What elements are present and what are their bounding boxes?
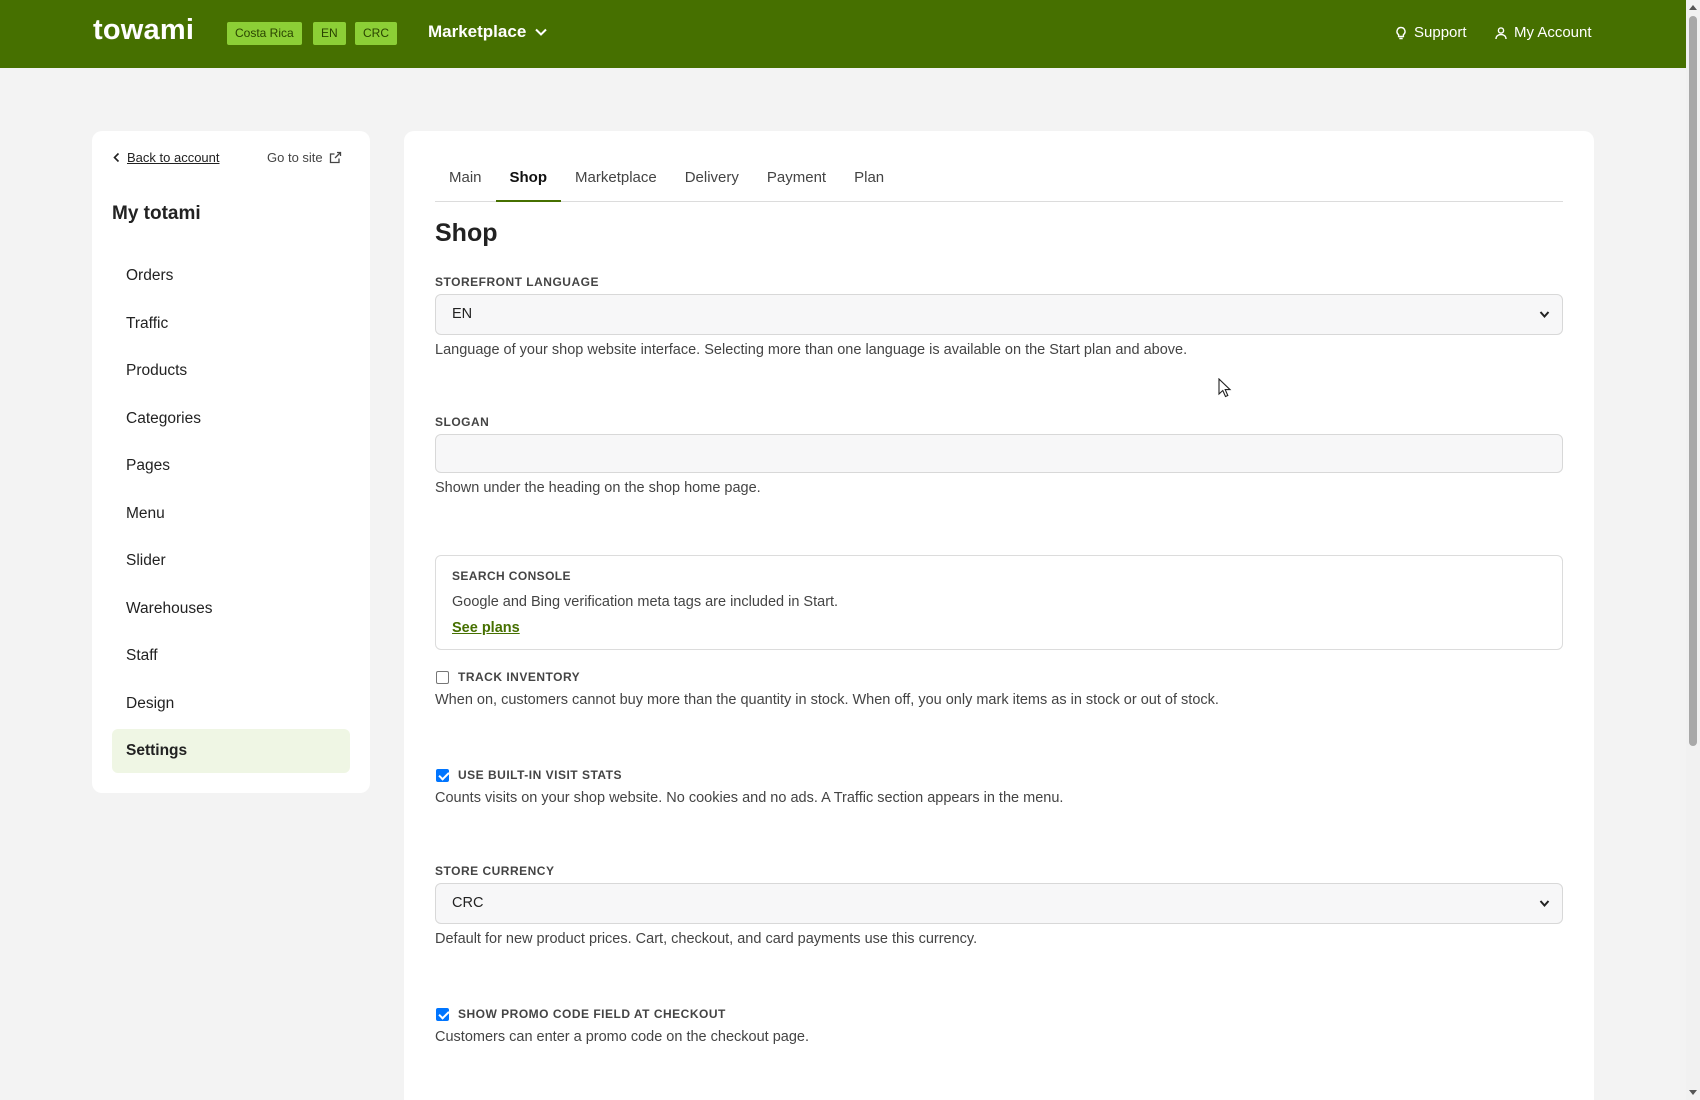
tab-plan[interactable]: Plan xyxy=(840,159,898,202)
page-title: Shop xyxy=(435,219,498,247)
go-to-site-label: Go to site xyxy=(267,150,323,165)
visit-stats-label[interactable]: USE BUILT-IN VISIT STATS xyxy=(458,768,622,782)
slogan-label: SLOGAN xyxy=(435,415,490,429)
promo-code-row: SHOW PROMO CODE FIELD AT CHECKOUT xyxy=(436,1007,726,1021)
sidebar-item-menu[interactable]: Menu xyxy=(112,492,350,536)
promo-code-label[interactable]: SHOW PROMO CODE FIELD AT CHECKOUT xyxy=(458,1007,726,1021)
track-inventory-checkbox[interactable] xyxy=(436,670,449,684)
settings-panel: Main Shop Marketplace Delivery Payment P… xyxy=(404,131,1594,1100)
marketplace-label: Marketplace xyxy=(428,22,527,41)
store-currency-value: CRC xyxy=(452,895,484,911)
sidebar-item-products[interactable]: Products xyxy=(112,349,350,393)
marketplace-dropdown[interactable]: Marketplace xyxy=(428,22,548,42)
currency-badge[interactable]: CRC xyxy=(355,22,397,45)
sidebar-item-design[interactable]: Design xyxy=(112,682,350,726)
scroll-up-arrow-icon[interactable] xyxy=(1689,5,1697,10)
country-badge[interactable]: Costa Rica xyxy=(227,22,302,45)
chevron-down-icon xyxy=(535,28,547,36)
sidebar-item-categories[interactable]: Categories xyxy=(112,397,350,441)
store-currency-select[interactable]: CRC xyxy=(435,883,1563,924)
tab-main[interactable]: Main xyxy=(435,159,496,202)
sidebar-item-staff[interactable]: Staff xyxy=(112,634,350,678)
back-to-account-label: Back to account xyxy=(127,150,220,165)
my-account-label: My Account xyxy=(1514,24,1592,41)
store-currency-label: STORE CURRENCY xyxy=(435,864,555,878)
scroll-down-arrow-icon[interactable] xyxy=(1689,1090,1697,1095)
search-console-box: SEARCH CONSOLE Google and Bing verificat… xyxy=(435,555,1563,650)
visit-stats-checkbox[interactable] xyxy=(436,768,449,782)
sidebar-item-orders[interactable]: Orders xyxy=(112,254,350,298)
lightbulb-icon xyxy=(1396,26,1406,39)
sidebar-nav: Orders Traffic Products Categories Pages… xyxy=(112,254,350,777)
sidebar: Back to account Go to site My totami Ord… xyxy=(92,131,370,793)
promo-code-help: Customers can enter a promo code on the … xyxy=(435,1029,809,1045)
mouse-cursor-icon xyxy=(1218,378,1232,398)
sidebar-item-traffic[interactable]: Traffic xyxy=(112,302,350,346)
settings-tabs: Main Shop Marketplace Delivery Payment P… xyxy=(435,159,1563,202)
scrollbar-thumb[interactable] xyxy=(1689,16,1697,746)
tab-delivery[interactable]: Delivery xyxy=(671,159,753,202)
go-to-site-link[interactable]: Go to site xyxy=(267,150,342,165)
track-inventory-row: TRACK INVENTORY xyxy=(436,670,580,684)
slogan-input[interactable] xyxy=(435,434,1563,473)
chevron-left-icon xyxy=(113,152,120,163)
storefront-language-select[interactable]: EN xyxy=(435,294,1563,335)
tab-shop[interactable]: Shop xyxy=(495,159,562,202)
support-label: Support xyxy=(1414,24,1467,41)
language-badge[interactable]: EN xyxy=(313,22,346,45)
search-console-text: Google and Bing verification meta tags a… xyxy=(452,594,839,610)
sidebar-item-settings[interactable]: Settings xyxy=(112,729,350,773)
track-inventory-label[interactable]: TRACK INVENTORY xyxy=(458,670,580,684)
back-to-account-link[interactable]: Back to account xyxy=(112,150,220,165)
slogan-help: Shown under the heading on the shop home… xyxy=(435,480,761,496)
storefront-language-help: Language of your shop website interface.… xyxy=(435,342,1188,358)
search-console-title: SEARCH CONSOLE xyxy=(452,569,571,583)
storefront-language-value: EN xyxy=(452,306,473,322)
store-currency-help: Default for new product prices. Cart, ch… xyxy=(435,931,978,947)
user-icon xyxy=(1495,26,1507,39)
sidebar-item-slider[interactable]: Slider xyxy=(112,539,350,583)
sidebar-title: My totami xyxy=(112,203,201,224)
page-scrollbar[interactable] xyxy=(1686,0,1700,1100)
chevron-down-icon xyxy=(1539,311,1550,319)
tab-payment[interactable]: Payment xyxy=(753,159,840,202)
my-account-link[interactable]: My Account xyxy=(1494,24,1592,41)
sidebar-item-warehouses[interactable]: Warehouses xyxy=(112,587,350,631)
tab-marketplace[interactable]: Marketplace xyxy=(561,159,671,202)
support-link[interactable]: Support xyxy=(1394,24,1467,41)
top-bar: towami Costa Rica EN CRC Marketplace Sup… xyxy=(0,0,1686,68)
promo-code-checkbox[interactable] xyxy=(436,1007,449,1021)
visit-stats-help: Counts visits on your shop website. No c… xyxy=(435,790,1064,806)
visit-stats-row: USE BUILT-IN VISIT STATS xyxy=(436,768,622,782)
storefront-language-label: STOREFRONT LANGUAGE xyxy=(435,275,599,289)
see-plans-link[interactable]: See plans xyxy=(452,620,520,636)
chevron-down-icon xyxy=(1539,900,1550,908)
brand-logo[interactable]: towami xyxy=(93,14,194,47)
sidebar-item-pages[interactable]: Pages xyxy=(112,444,350,488)
external-link-icon xyxy=(329,151,341,164)
track-inventory-help: When on, customers cannot buy more than … xyxy=(435,692,1219,708)
